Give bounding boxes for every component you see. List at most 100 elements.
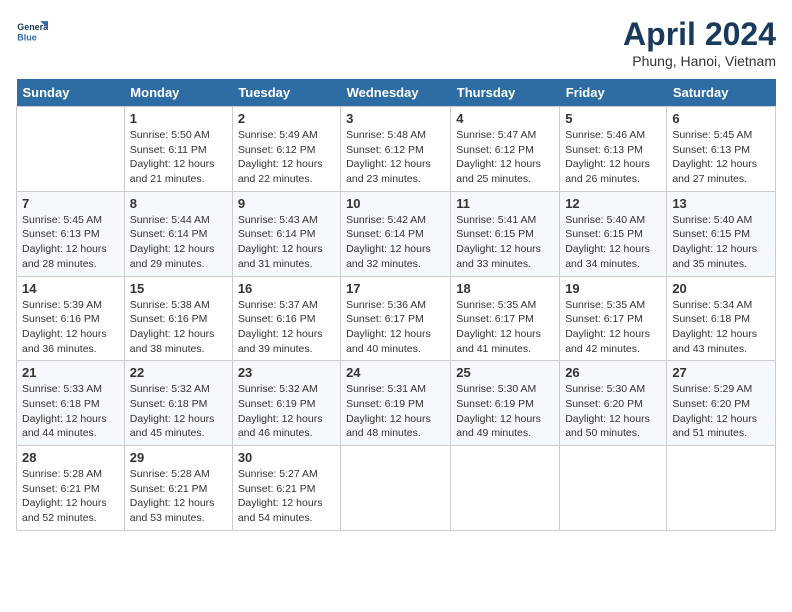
day-number: 19: [565, 281, 661, 296]
week-row-5: 28Sunrise: 5:28 AM Sunset: 6:21 PM Dayli…: [17, 446, 776, 531]
cell-content: Sunrise: 5:34 AM Sunset: 6:18 PM Dayligh…: [672, 298, 770, 357]
cell-content: Sunrise: 5:36 AM Sunset: 6:17 PM Dayligh…: [346, 298, 445, 357]
col-friday: Friday: [560, 79, 667, 107]
cell-content: Sunrise: 5:44 AM Sunset: 6:14 PM Dayligh…: [130, 213, 227, 272]
calendar-cell: 9 Sunrise: 5:43 AM Sunset: 6:14 PM Daylig…: [232, 191, 340, 276]
calendar-cell: 12 Sunrise: 5:40 AM Sunset: 6:15 PM Dayli…: [560, 191, 667, 276]
cell-content: Sunrise: 5:45 AM Sunset: 6:13 PM Dayligh…: [672, 128, 770, 187]
calendar-cell: 14 Sunrise: 5:39 AM Sunset: 6:16 PM Dayli…: [17, 276, 125, 361]
calendar-cell: 6 Sunrise: 5:45 AM Sunset: 6:13 PM Daylig…: [667, 107, 776, 192]
calendar-cell: [560, 446, 667, 531]
page-subtitle: Phung, Hanoi, Vietnam: [623, 53, 776, 69]
logo-icon: General Blue: [16, 16, 48, 48]
calendar-cell: 21Sunrise: 5:33 AM Sunset: 6:18 PM Dayli…: [17, 361, 125, 446]
calendar-cell: 2 Sunrise: 5:49 AM Sunset: 6:12 PM Daylig…: [232, 107, 340, 192]
logo: General Blue: [16, 16, 48, 48]
cell-content: Sunrise: 5:50 AM Sunset: 6:11 PM Dayligh…: [130, 128, 227, 187]
day-number: 16: [238, 281, 335, 296]
header-row: Sunday Monday Tuesday Wednesday Thursday…: [17, 79, 776, 107]
day-number: 17: [346, 281, 445, 296]
day-number: 4: [456, 111, 554, 126]
calendar-cell: 3Sunrise: 5:48 AM Sunset: 6:12 PM Daylig…: [341, 107, 451, 192]
calendar-cell: 15 Sunrise: 5:38 AM Sunset: 6:16 PM Dayli…: [124, 276, 232, 361]
day-number: 18: [456, 281, 554, 296]
calendar-table: Sunday Monday Tuesday Wednesday Thursday…: [16, 79, 776, 531]
title-area: April 2024 Phung, Hanoi, Vietnam: [623, 16, 776, 69]
calendar-cell: 20 Sunrise: 5:34 AM Sunset: 6:18 PM Dayli…: [667, 276, 776, 361]
day-number: 25: [456, 365, 554, 380]
calendar-cell: 7 Sunrise: 5:45 AM Sunset: 6:13 PM Daylig…: [17, 191, 125, 276]
calendar-cell: 28Sunrise: 5:28 AM Sunset: 6:21 PM Dayli…: [17, 446, 125, 531]
cell-content: Sunrise: 5:37 AM Sunset: 6:16 PM Dayligh…: [238, 298, 335, 357]
calendar-cell: [667, 446, 776, 531]
cell-content: Sunrise: 5:27 AM Sunset: 6:21 PM Dayligh…: [238, 467, 335, 526]
day-number: 22: [130, 365, 227, 380]
cell-content: Sunrise: 5:45 AM Sunset: 6:13 PM Dayligh…: [22, 213, 119, 272]
day-number: 20: [672, 281, 770, 296]
calendar-cell: [341, 446, 451, 531]
week-row-4: 21Sunrise: 5:33 AM Sunset: 6:18 PM Dayli…: [17, 361, 776, 446]
col-monday: Monday: [124, 79, 232, 107]
day-number: 23: [238, 365, 335, 380]
calendar-cell: 5Sunrise: 5:46 AM Sunset: 6:13 PM Daylig…: [560, 107, 667, 192]
calendar-cell: 27 Sunrise: 5:29 AM Sunset: 6:20 PM Dayli…: [667, 361, 776, 446]
cell-content: Sunrise: 5:40 AM Sunset: 6:15 PM Dayligh…: [565, 213, 661, 272]
cell-content: Sunrise: 5:28 AM Sunset: 6:21 PM Dayligh…: [130, 467, 227, 526]
week-row-3: 14 Sunrise: 5:39 AM Sunset: 6:16 PM Dayli…: [17, 276, 776, 361]
header: General Blue April 2024 Phung, Hanoi, Vi…: [16, 16, 776, 69]
calendar-cell: 18 Sunrise: 5:35 AM Sunset: 6:17 PM Dayli…: [451, 276, 560, 361]
day-number: 30: [238, 450, 335, 465]
day-number: 3: [346, 111, 445, 126]
calendar-cell: [451, 446, 560, 531]
cell-content: Sunrise: 5:31 AM Sunset: 6:19 PM Dayligh…: [346, 382, 445, 441]
cell-content: Sunrise: 5:42 AM Sunset: 6:14 PM Dayligh…: [346, 213, 445, 272]
day-number: 8: [130, 196, 227, 211]
calendar-cell: 22 Sunrise: 5:32 AM Sunset: 6:18 PM Dayli…: [124, 361, 232, 446]
day-number: 10: [346, 196, 445, 211]
day-number: 11: [456, 196, 554, 211]
cell-content: Sunrise: 5:47 AM Sunset: 6:12 PM Dayligh…: [456, 128, 554, 187]
svg-text:Blue: Blue: [17, 32, 36, 42]
cell-content: Sunrise: 5:30 AM Sunset: 6:19 PM Dayligh…: [456, 382, 554, 441]
cell-content: Sunrise: 5:41 AM Sunset: 6:15 PM Dayligh…: [456, 213, 554, 272]
calendar-cell: 30 Sunrise: 5:27 AM Sunset: 6:21 PM Dayli…: [232, 446, 340, 531]
day-number: 14: [22, 281, 119, 296]
calendar-cell: 29 Sunrise: 5:28 AM Sunset: 6:21 PM Dayli…: [124, 446, 232, 531]
day-number: 1: [130, 111, 227, 126]
col-thursday: Thursday: [451, 79, 560, 107]
cell-content: Sunrise: 5:28 AM Sunset: 6:21 PM Dayligh…: [22, 467, 119, 526]
calendar-cell: 24 Sunrise: 5:31 AM Sunset: 6:19 PM Dayli…: [341, 361, 451, 446]
cell-content: Sunrise: 5:38 AM Sunset: 6:16 PM Dayligh…: [130, 298, 227, 357]
cell-content: Sunrise: 5:32 AM Sunset: 6:19 PM Dayligh…: [238, 382, 335, 441]
cell-content: Sunrise: 5:30 AM Sunset: 6:20 PM Dayligh…: [565, 382, 661, 441]
day-number: 24: [346, 365, 445, 380]
cell-content: Sunrise: 5:32 AM Sunset: 6:18 PM Dayligh…: [130, 382, 227, 441]
day-number: 15: [130, 281, 227, 296]
calendar-cell: 4 Sunrise: 5:47 AM Sunset: 6:12 PM Daylig…: [451, 107, 560, 192]
day-number: 29: [130, 450, 227, 465]
day-number: 2: [238, 111, 335, 126]
cell-content: Sunrise: 5:39 AM Sunset: 6:16 PM Dayligh…: [22, 298, 119, 357]
day-number: 13: [672, 196, 770, 211]
week-row-1: 1 Sunrise: 5:50 AM Sunset: 6:11 PM Daylig…: [17, 107, 776, 192]
cell-content: Sunrise: 5:43 AM Sunset: 6:14 PM Dayligh…: [238, 213, 335, 272]
cell-content: Sunrise: 5:29 AM Sunset: 6:20 PM Dayligh…: [672, 382, 770, 441]
day-number: 27: [672, 365, 770, 380]
calendar-cell: 8 Sunrise: 5:44 AM Sunset: 6:14 PM Daylig…: [124, 191, 232, 276]
cell-content: Sunrise: 5:35 AM Sunset: 6:17 PM Dayligh…: [456, 298, 554, 357]
calendar-cell: 16 Sunrise: 5:37 AM Sunset: 6:16 PM Dayli…: [232, 276, 340, 361]
cell-content: Sunrise: 5:49 AM Sunset: 6:12 PM Dayligh…: [238, 128, 335, 187]
col-tuesday: Tuesday: [232, 79, 340, 107]
col-saturday: Saturday: [667, 79, 776, 107]
calendar-cell: 1 Sunrise: 5:50 AM Sunset: 6:11 PM Daylig…: [124, 107, 232, 192]
calendar-cell: 19 Sunrise: 5:35 AM Sunset: 6:17 PM Dayli…: [560, 276, 667, 361]
cell-content: Sunrise: 5:33 AM Sunset: 6:18 PM Dayligh…: [22, 382, 119, 441]
col-wednesday: Wednesday: [341, 79, 451, 107]
day-number: 12: [565, 196, 661, 211]
day-number: 7: [22, 196, 119, 211]
cell-content: Sunrise: 5:35 AM Sunset: 6:17 PM Dayligh…: [565, 298, 661, 357]
day-number: 5: [565, 111, 661, 126]
day-number: 6: [672, 111, 770, 126]
day-number: 9: [238, 196, 335, 211]
day-number: 26: [565, 365, 661, 380]
